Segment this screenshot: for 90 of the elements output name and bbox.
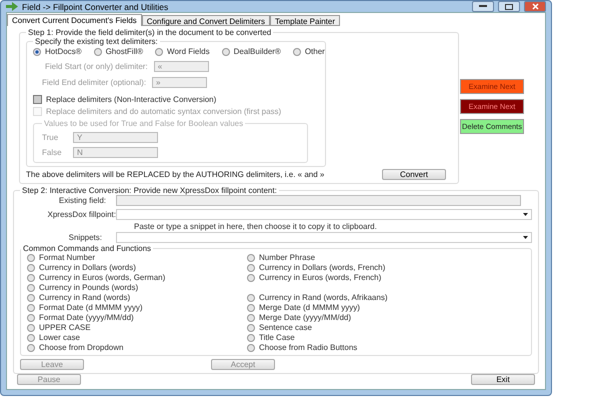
radio-label: Choose from Dropdown [39, 343, 124, 352]
group-title: Step 2: Interactive Conversion: Provide new XpressDox fillpoint content: [21, 186, 278, 195]
radio-button[interactable] [247, 314, 255, 322]
radio-button[interactable] [27, 284, 35, 292]
snippets-dropdown[interactable] [116, 232, 532, 243]
leave-button[interactable]: Leave [20, 359, 84, 370]
dropdown-arrow-icon [523, 213, 528, 216]
convert-button[interactable]: Convert [382, 169, 446, 180]
field-label: Field Start (or only) delimiter: [45, 62, 148, 71]
minimize-button[interactable] [472, 1, 494, 12]
close-icon [532, 3, 538, 10]
window-title: Field -> Fillpoint Converter and Utilities [22, 2, 170, 12]
radio-label: Currency in Rand (words) [39, 293, 130, 302]
radio-button[interactable] [247, 274, 255, 282]
tab[interactable]: Convert Current Document's Fields [7, 14, 142, 26]
exit-button[interactable]: Exit [471, 374, 535, 385]
radio-label: DealBuilder® [234, 47, 281, 56]
radio-button[interactable] [94, 48, 102, 56]
arrow-icon [6, 2, 18, 11]
radio-label: Format Date (yyyy/MM/dd) [39, 313, 134, 322]
radio-button[interactable] [27, 294, 35, 302]
radio-button[interactable] [27, 334, 35, 342]
checkbox-label: Replace delimiters and do automatic syntax conversion (first pass) [46, 107, 282, 116]
radio-label: Format Date (d MMMM yyyy) [39, 303, 143, 312]
radio-label: Currency in Euros (words, German) [39, 273, 166, 282]
radio-button[interactable] [27, 264, 35, 272]
checkbox-label: Replace delimiters (Non-Interactive Conversion) [46, 95, 216, 104]
radio-label: Word Fields [167, 47, 210, 56]
checkbox[interactable] [33, 95, 42, 104]
field-label: True [42, 133, 60, 142]
tab[interactable]: Template Painter [270, 15, 340, 26]
radio-label: Currency in Rand (words, Afrikaans) [259, 293, 388, 302]
radio-button[interactable] [27, 274, 35, 282]
field-label: Existing field: [58, 196, 107, 205]
radio-label: Currency in Pounds (words) [39, 283, 138, 292]
radio-label: Currency in Dollars (words, French) [259, 263, 386, 272]
radio-button[interactable] [247, 334, 255, 342]
radio-label: Lower case [39, 333, 80, 342]
delimiter-field[interactable]: « [154, 61, 209, 72]
field-label: Field End delimiter (optional): [42, 78, 146, 87]
hint-text: Paste or type a snippet in here, then choose it to copy it to clipboard. [134, 222, 377, 231]
radio-label: HotDocs® [45, 47, 82, 56]
group-title: Specify the existing text delimiters: [34, 37, 159, 46]
existing-field[interactable] [116, 195, 521, 206]
radio-button[interactable] [247, 254, 255, 262]
pause-button[interactable]: Pause [17, 374, 81, 385]
maximize-button[interactable] [498, 1, 520, 12]
radio-button[interactable] [247, 304, 255, 312]
radio-label: Choose from Radio Buttons [259, 343, 358, 352]
tab[interactable]: Configure and Convert Delimiters [142, 15, 270, 26]
field-label: Snippets: [68, 233, 103, 242]
radio-button[interactable] [222, 48, 230, 56]
group-title: Step 1: Provide the field delimiter(s) in the document to be converted [27, 28, 272, 37]
radio-label: Other [304, 47, 325, 56]
radio-button[interactable] [155, 48, 164, 56]
radio-button[interactable] [247, 294, 255, 302]
radio-label: Number Phrase [259, 253, 316, 262]
radio-label: Merge Date (yyyy/MM/dd) [259, 313, 352, 322]
radio-button[interactable] [27, 344, 35, 352]
radio-button[interactable] [247, 264, 255, 272]
note-text: The above delimiters will be REPLACED by the AUTHORING delimiters, i.e. « and » [26, 170, 326, 179]
close-button[interactable] [524, 1, 546, 12]
radio-label: Currency in Dollars (words) [39, 263, 136, 272]
radio-button[interactable] [247, 344, 255, 352]
fillpoint-dropdown[interactable] [116, 209, 532, 220]
maximize-icon [505, 4, 513, 10]
radio-label: GhostFill® [106, 47, 144, 56]
field-label: False [42, 148, 63, 157]
boolean-field[interactable]: Y [73, 132, 158, 143]
radio-button[interactable] [247, 324, 255, 332]
delimiter-field[interactable]: » [152, 77, 208, 88]
boolean-field[interactable]: N [73, 147, 158, 158]
radio-button[interactable] [27, 304, 35, 312]
field-label: XpressDox fillpoint: [46, 210, 116, 219]
radio-label: Format Number [39, 253, 96, 262]
radio-button[interactable] [33, 48, 41, 56]
radio-button[interactable] [27, 324, 35, 332]
radio-label: Sentence case [259, 323, 312, 332]
minimize-icon [479, 5, 487, 8]
radio-label: Merge Date (d MMMM yyyy) [259, 303, 360, 312]
radio-label: UPPER CASE [39, 323, 91, 332]
radio-button[interactable] [292, 48, 301, 56]
group-title: Common Commands and Functions [22, 244, 152, 253]
radio-label: Title Case [259, 333, 295, 342]
radio-label: Currency in Euros (words, French) [259, 273, 382, 282]
group-title: Values to be used for True and False for Boolean values [43, 119, 244, 128]
radio-button[interactable] [27, 314, 35, 322]
dropdown-arrow-icon [523, 236, 528, 239]
radio-button[interactable] [27, 254, 35, 262]
accept-button[interactable]: Accept [211, 359, 275, 370]
